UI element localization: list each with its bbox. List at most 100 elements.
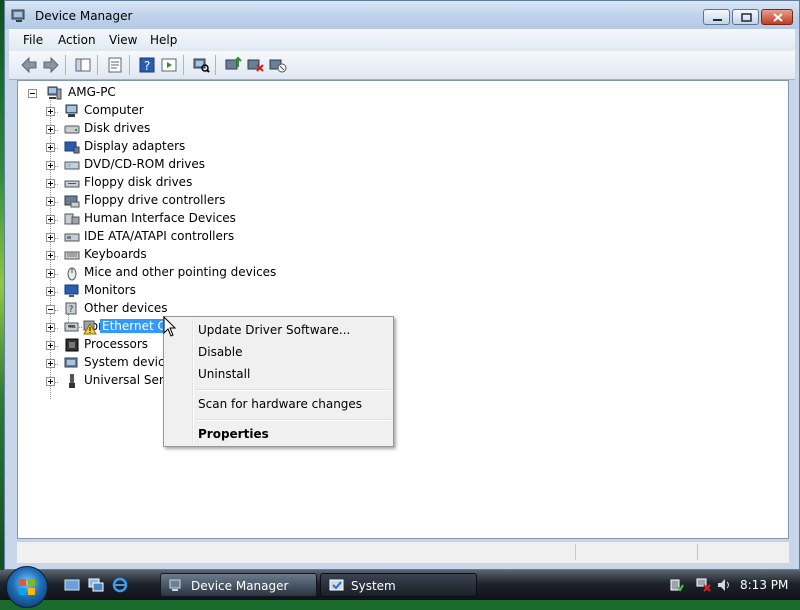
expand-toggle[interactable] [46, 233, 55, 242]
menu-bar: File Action View Help [9, 29, 795, 52]
collapse-toggle[interactable] [46, 305, 55, 314]
update-driver-menu-item[interactable]: Update Driver Software... [198, 323, 350, 337]
close-button[interactable] [761, 9, 793, 25]
tree-item[interactable]: DVD/CD-ROM drives [44, 157, 304, 175]
start-button[interactable] [6, 566, 48, 608]
context-menu-gutter [192, 319, 194, 444]
clock[interactable]: 8:13 PM [740, 578, 788, 592]
help-icon[interactable]: ? [137, 55, 157, 75]
context-menu-separator [196, 419, 391, 421]
tree-item[interactable]: Floppy drive controllers [44, 193, 304, 211]
menu-help[interactable]: Help [150, 33, 177, 47]
tree-item[interactable]: Monitors [44, 283, 304, 301]
scan-hardware-icon[interactable] [191, 55, 211, 75]
tree-item[interactable]: Keyboards [44, 247, 304, 265]
expand-toggle[interactable] [46, 143, 55, 152]
tree-item[interactable]: Computer [44, 103, 304, 121]
menu-view[interactable]: View [109, 33, 137, 47]
expand-toggle[interactable] [46, 125, 55, 134]
expand-toggle[interactable] [46, 377, 55, 386]
tree-root[interactable]: AMG-PC [26, 85, 226, 103]
properties-icon[interactable] [105, 55, 125, 75]
expand-toggle[interactable] [46, 269, 55, 278]
tree-item[interactable]: IDE ATA/ATAPI controllers [44, 229, 304, 247]
taskbar-device-manager[interactable]: Device Manager [160, 573, 317, 597]
tree-root-label: AMG-PC [68, 85, 116, 99]
svg-text:?: ? [69, 305, 74, 315]
forward-arrow-icon[interactable] [41, 55, 61, 75]
expand-toggle[interactable] [46, 341, 55, 350]
tree-item-label: Processors [84, 337, 149, 351]
minimize-icon [713, 19, 722, 21]
expand-toggle[interactable] [46, 287, 55, 296]
switch-windows-icon[interactable] [88, 577, 104, 593]
system-icon [329, 579, 344, 591]
maximize-button[interactable] [732, 9, 759, 25]
scan-hardware-menu-item[interactable]: Scan for hardware changes [198, 397, 362, 411]
disable-icon[interactable] [267, 55, 287, 75]
expand-toggle[interactable] [46, 197, 55, 206]
menu-file[interactable]: File [23, 33, 43, 47]
other-devices-icon: ? [65, 302, 77, 315]
device-manager-icon [169, 579, 181, 591]
tree-item-label: Computer [84, 103, 144, 117]
expand-toggle[interactable] [46, 107, 55, 116]
uninstall-menu-item[interactable]: Uninstall [198, 367, 250, 381]
tree-item-label: Monitors [84, 283, 136, 297]
expand-toggle[interactable] [46, 323, 55, 332]
floppy-disk-icon [64, 180, 80, 188]
taskbar-system[interactable]: System [320, 573, 477, 597]
expand-toggle[interactable] [46, 179, 55, 188]
ide-controller-icon [64, 233, 80, 242]
expand-toggle[interactable] [46, 161, 55, 170]
disable-menu-item[interactable]: Disable [198, 345, 243, 359]
expand-toggle[interactable] [46, 215, 55, 224]
minimize-button[interactable] [703, 9, 730, 25]
collapse-toggle[interactable] [28, 89, 37, 98]
computer-root-icon [47, 86, 62, 100]
tree-item[interactable]: Human Interface Devices [44, 211, 304, 229]
tree-item-label: Keyboards [84, 247, 147, 261]
safely-remove-icon[interactable] [668, 577, 684, 593]
back-arrow-icon[interactable] [19, 55, 39, 75]
network-disconnected-icon[interactable] [696, 577, 712, 593]
tree-item-label: Floppy drive controllers [84, 193, 226, 207]
taskbar-label: System [351, 579, 396, 593]
tree-item-label: Display adapters [84, 139, 186, 153]
uninstall-icon[interactable] [245, 55, 265, 75]
show-hide-tree-icon[interactable] [73, 55, 93, 75]
volume-icon[interactable] [716, 577, 732, 593]
toolbar-separator [215, 55, 216, 75]
computer-icon [65, 104, 78, 117]
taskbar: Device Manager System 8:13 PM [0, 566, 800, 608]
expand-toggle[interactable] [46, 251, 55, 260]
tree-item[interactable]: Display adapters [44, 139, 304, 157]
tree-item-label: Other devices [84, 301, 168, 315]
display-adapter-icon [64, 141, 80, 154]
update-driver-icon[interactable] [223, 55, 243, 75]
menu-action[interactable]: Action [58, 33, 96, 47]
windows-logo-icon [19, 579, 35, 595]
tree-item-label: IDE ATA/ATAPI controllers [84, 229, 235, 243]
taskbar-label: Device Manager [191, 579, 289, 593]
internet-explorer-icon[interactable] [112, 577, 128, 593]
system-devices-icon [64, 357, 78, 368]
device-tree[interactable]: AMG-PC Computer Disk drives Display adapte… [17, 80, 789, 539]
floppy-controller-icon [64, 195, 80, 208]
tree-item[interactable]: Disk drives [44, 121, 304, 139]
tree-item[interactable]: Floppy disk drives [44, 175, 304, 193]
maximize-icon [741, 13, 752, 22]
usb-icon [69, 374, 75, 388]
dvd-drive-icon [64, 161, 80, 170]
close-icon [773, 13, 783, 22]
tree-item[interactable]: Mice and other pointing devices [44, 265, 304, 283]
title-bar[interactable]: Device Manager [5, 1, 799, 29]
expand-toggle[interactable] [46, 359, 55, 368]
processor-icon [65, 338, 79, 352]
properties-menu-item[interactable]: Properties [198, 427, 269, 441]
toolbar: ? [9, 51, 795, 80]
show-desktop-icon[interactable] [64, 577, 80, 593]
run-icon[interactable] [159, 55, 179, 75]
toolbar-separator [65, 55, 66, 75]
tree-item-label: Human Interface Devices [84, 211, 236, 225]
